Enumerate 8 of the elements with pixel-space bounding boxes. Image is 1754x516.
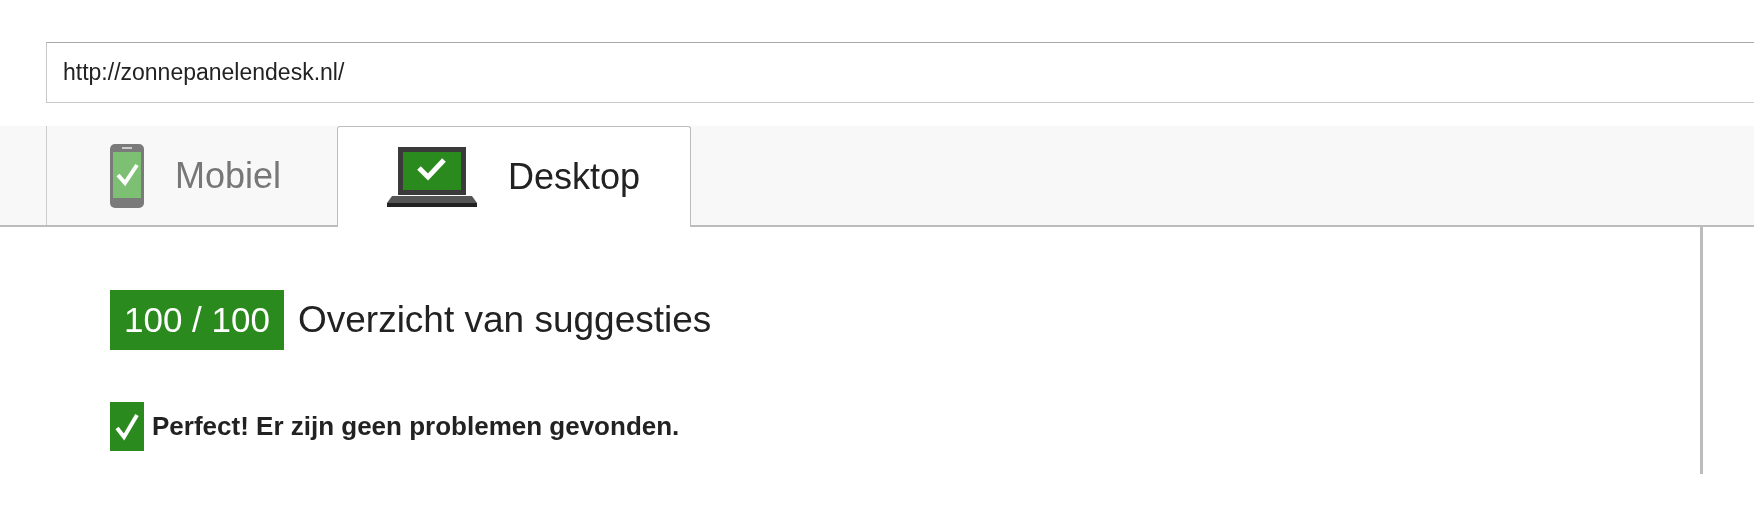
laptop-icon bbox=[386, 146, 479, 208]
status-message: Perfect! Er zijn geen problemen gevonden. bbox=[152, 411, 680, 442]
phone-icon bbox=[109, 142, 145, 209]
section-title: Overzicht van suggesties bbox=[297, 299, 712, 341]
tab[interactable]: Desktop bbox=[337, 126, 692, 227]
tab[interactable]: Mobiel bbox=[46, 126, 338, 225]
url-field[interactable]: http://zonnepanelendesk.nl/ bbox=[46, 42, 1754, 103]
score-badge: 100 / 100 bbox=[110, 290, 284, 350]
